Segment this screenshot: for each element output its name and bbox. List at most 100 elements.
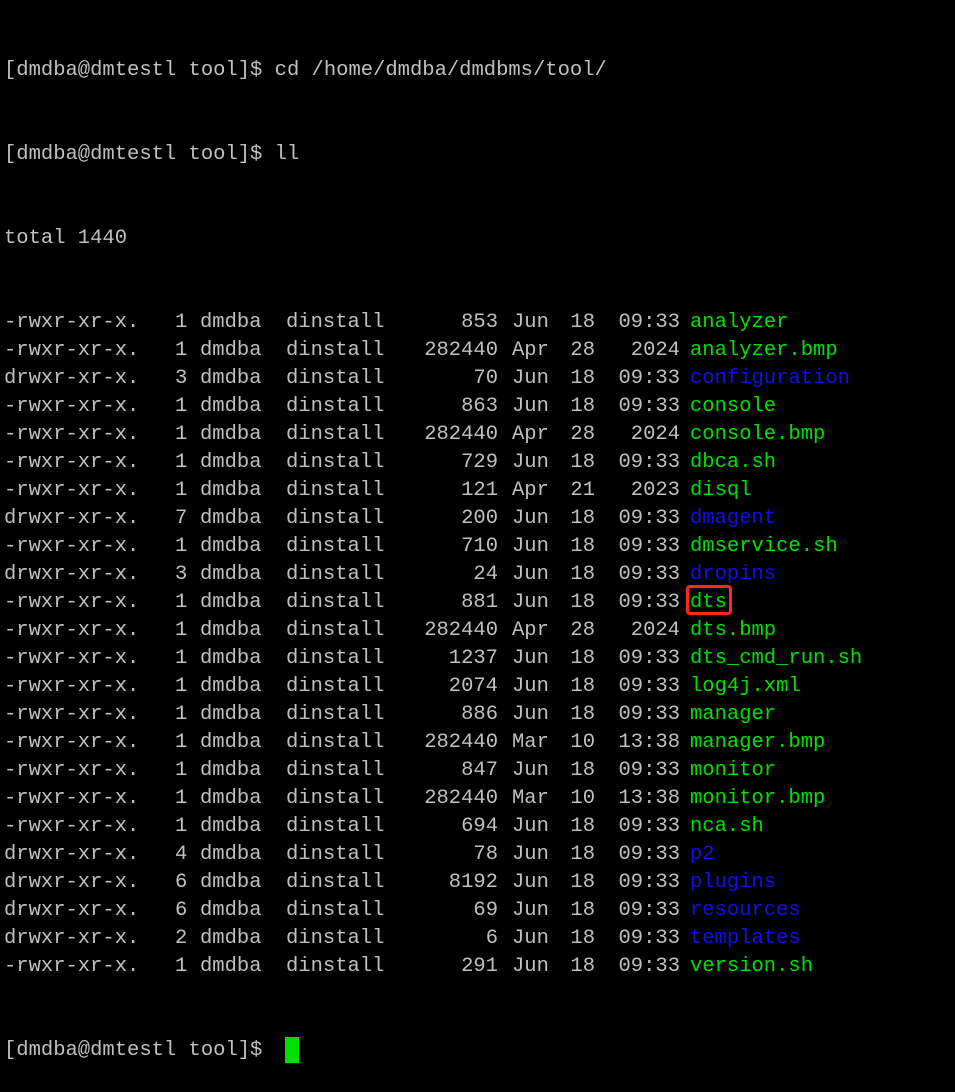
permissions: drwxr-xr-x.: [4, 507, 140, 530]
link-count: 1: [175, 619, 188, 642]
day: 28: [570, 339, 595, 362]
month: Apr: [512, 479, 549, 502]
time-or-year: 09:33: [618, 871, 680, 894]
link-count: 3: [175, 367, 188, 390]
group: dinstall: [286, 815, 385, 838]
month: Apr: [512, 619, 549, 642]
month: Jun: [512, 899, 549, 922]
permissions: -rwxr-xr-x.: [4, 339, 140, 362]
listing-row: drwxr-xr-x. 3 dmdba dinstall 24 Jun 18 09:33 dro…: [4, 560, 952, 588]
group: dinstall: [286, 899, 385, 922]
directory-name[interactable]: plugins: [690, 869, 776, 897]
listing-row: -rwxr-xr-x. 1 dmdba dinstall 847 Jun 18 09:33 mo…: [4, 756, 952, 784]
day: 10: [570, 731, 595, 754]
file-size: 729: [461, 451, 498, 474]
file-name[interactable]: dts_cmd_run.sh: [690, 645, 862, 673]
group: dinstall: [286, 619, 385, 642]
permissions: -rwxr-xr-x.: [4, 395, 140, 418]
file-name[interactable]: analyzer.bmp: [690, 337, 838, 365]
active-prompt-line[interactable]: [dmdba@dmtestl tool]$: [4, 1036, 952, 1064]
file-name[interactable]: dmservice.sh: [690, 533, 838, 561]
file-name[interactable]: manager.bmp: [690, 729, 825, 757]
directory-name[interactable]: configuration: [690, 365, 850, 393]
total-line: total 1440: [4, 224, 952, 252]
day: 18: [570, 703, 595, 726]
file-name[interactable]: nca.sh: [690, 813, 764, 841]
terminal-window[interactable]: [dmdba@dmtestl tool]$ cd /home/dmdba/dmd…: [4, 0, 952, 1063]
time-or-year: 09:33: [618, 647, 680, 670]
owner: dmdba: [200, 395, 262, 418]
permissions: -rwxr-xr-x.: [4, 787, 140, 810]
time-or-year: 13:38: [618, 731, 680, 754]
file-name[interactable]: disql: [690, 477, 752, 505]
total-blocks: total 1440: [4, 227, 128, 250]
permissions: -rwxr-xr-x.: [4, 703, 140, 726]
permissions: drwxr-xr-x.: [4, 899, 140, 922]
owner: dmdba: [200, 563, 262, 586]
day: 18: [570, 535, 595, 558]
directory-name[interactable]: resources: [690, 897, 801, 925]
time-or-year: 09:33: [618, 703, 680, 726]
file-name[interactable]: console.bmp: [690, 421, 825, 449]
group: dinstall: [286, 591, 385, 614]
file-size: 282440: [424, 423, 498, 446]
group: dinstall: [286, 843, 385, 866]
file-size: 70: [473, 367, 498, 390]
day: 18: [570, 311, 595, 334]
link-count: 1: [175, 423, 188, 446]
group: dinstall: [286, 395, 385, 418]
permissions: -rwxr-xr-x.: [4, 619, 140, 642]
listing-row: -rwxr-xr-x. 1 dmdba dinstall 282440 Apr 28 2024…: [4, 616, 952, 644]
file-name[interactable]: manager: [690, 701, 776, 729]
time-or-year: 2023: [630, 479, 680, 502]
file-size: 282440: [424, 339, 498, 362]
permissions: drwxr-xr-x.: [4, 367, 140, 390]
owner: dmdba: [200, 311, 262, 334]
file-size: 694: [461, 815, 498, 838]
day: 10: [570, 787, 595, 810]
listing-row: drwxr-xr-x. 6 dmdba dinstall 8192 Jun 18 09:33 p…: [4, 868, 952, 896]
directory-name[interactable]: p2: [690, 841, 715, 869]
file-name[interactable]: monitor.bmp: [690, 785, 825, 813]
file-name[interactable]: analyzer: [690, 309, 788, 337]
link-count: 1: [175, 675, 188, 698]
group: dinstall: [286, 563, 385, 586]
file-name[interactable]: dbca.sh: [690, 449, 776, 477]
listing-row: drwxr-xr-x. 2 dmdba dinstall 6 Jun 18 09:33 temp…: [4, 924, 952, 952]
file-size: 2074: [448, 675, 498, 698]
link-count: 3: [175, 563, 188, 586]
owner: dmdba: [200, 647, 262, 670]
permissions: -rwxr-xr-x.: [4, 535, 140, 558]
group: dinstall: [286, 675, 385, 698]
permissions: -rwxr-xr-x.: [4, 423, 140, 446]
file-size: 200: [461, 507, 498, 530]
group: dinstall: [286, 787, 385, 810]
owner: dmdba: [200, 815, 262, 838]
prompt-line: [dmdba@dmtestl tool]$ ll: [4, 140, 952, 168]
owner: dmdba: [200, 731, 262, 754]
file-name[interactable]: log4j.xml: [690, 673, 801, 701]
file-size: 863: [461, 395, 498, 418]
time-or-year: 2024: [630, 619, 680, 642]
permissions: -rwxr-xr-x.: [4, 675, 140, 698]
listing-row: -rwxr-xr-x. 1 dmdba dinstall 863 Jun 18 09:33 co…: [4, 392, 952, 420]
group: dinstall: [286, 311, 385, 334]
directory-name[interactable]: dmagent: [690, 505, 776, 533]
time-or-year: 09:33: [618, 507, 680, 530]
day: 18: [570, 563, 595, 586]
time-or-year: 09:33: [618, 367, 680, 390]
day: 18: [570, 815, 595, 838]
time-or-year: 09:33: [618, 899, 680, 922]
link-count: 1: [175, 647, 188, 670]
permissions: -rwxr-xr-x.: [4, 955, 140, 978]
listing-row: -rwxr-xr-x. 1 dmdba dinstall 1237 Jun 18 09:33 d…: [4, 644, 952, 672]
file-name[interactable]: monitor: [690, 757, 776, 785]
listing-row: drwxr-xr-x. 4 dmdba dinstall 78 Jun 18 09:33 p2: [4, 840, 952, 868]
file-name[interactable]: version.sh: [690, 953, 813, 981]
permissions: -rwxr-xr-x.: [4, 731, 140, 754]
permissions: -rwxr-xr-x.: [4, 479, 140, 502]
file-name[interactable]: dts.bmp: [690, 617, 776, 645]
file-name[interactable]: console: [690, 393, 776, 421]
time-or-year: 09:33: [618, 675, 680, 698]
directory-name[interactable]: templates: [690, 925, 801, 953]
